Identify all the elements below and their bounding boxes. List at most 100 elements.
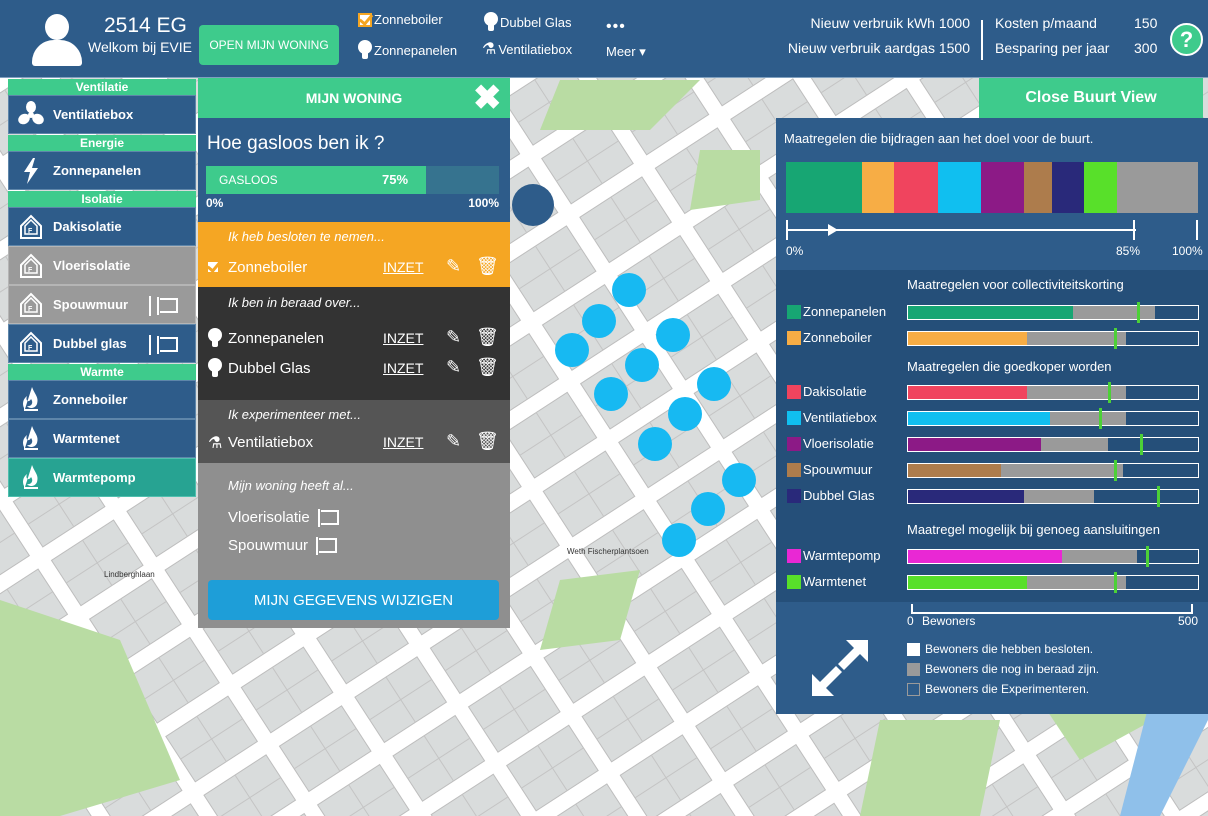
measure-swatch: [787, 331, 801, 345]
goal-marker: [1157, 486, 1161, 507]
gas-usage: Nieuw verbruik aardgas 1500: [787, 40, 970, 56]
section-al: Mijn woning heeft al... Vloerisolatie Sp…: [198, 463, 510, 628]
stack-segment: [861, 162, 895, 213]
measure-row-vloerisolatie[interactable]: Vloerisolatie: [784, 434, 1204, 455]
measure-row-ventilatiebox[interactable]: Ventilatiebox: [784, 408, 1204, 429]
expand-icon[interactable]: [812, 640, 868, 696]
inzet-link[interactable]: INZET: [383, 330, 423, 346]
measure-row-warmtenet[interactable]: Warmtenet: [784, 572, 1204, 593]
besloten-bar: [908, 550, 1062, 563]
header-measure-dubbel-glas[interactable]: Dubbel Glas: [482, 11, 572, 33]
measure-group-title: Maatregelen die goedkoper worden: [907, 359, 1112, 374]
header-measure-zonneboiler[interactable]: Zonneboiler: [358, 12, 443, 27]
measure-track: [907, 302, 1199, 323]
measure-swatch: [787, 385, 801, 399]
sidebar-item-ventilatiebox[interactable]: Ventilatiebox: [8, 95, 196, 134]
help-button[interactable]: ?: [1170, 23, 1203, 56]
map-marker: [638, 427, 672, 461]
flag-icon[interactable]: [149, 335, 178, 355]
flag-icon[interactable]: [149, 296, 178, 316]
section-experiment-header: Ik experimenteer met...: [228, 407, 361, 422]
edit-icon[interactable]: ✎: [446, 357, 461, 378]
measure-name: Warmtenet: [803, 574, 867, 589]
sidebar-item-vloerisolatie[interactable]: F Vloerisolatie: [8, 246, 196, 285]
inzet-link[interactable]: INZET: [383, 434, 423, 450]
svg-text:F: F: [28, 228, 33, 235]
besloten-bar: [908, 438, 1042, 451]
list-item: Vloerisolatie: [228, 509, 524, 533]
close-buurt-view-button[interactable]: Close Buurt View: [979, 78, 1203, 118]
top-bar: 2514 EG Welkom bij EVIE OPEN MIJN WONING…: [0, 0, 1208, 78]
map-marker: [582, 304, 616, 338]
sidebar-item-label: Zonnepanelen: [53, 163, 142, 178]
trash-icon[interactable]: 🗑: [476, 431, 499, 452]
section-experiment: Ik experimenteer met... ⚗ Ventilatiebox …: [198, 400, 510, 463]
mijn-gegevens-wijzigen-button[interactable]: MIJN GEGEVENS WIJZIGEN: [208, 580, 499, 620]
edit-icon[interactable]: ✎: [446, 327, 461, 348]
category-ventilatie: Ventilatie: [8, 79, 196, 95]
stack-segment: [1116, 162, 1198, 213]
checkbox-icon[interactable]: [206, 260, 220, 274]
measure-swatch: [787, 411, 801, 425]
measure-row-dakisolatie[interactable]: Dakisolatie: [784, 382, 1204, 403]
sidebar-item-warmtenet[interactable]: Warmtenet: [8, 419, 196, 458]
more-menu[interactable]: ••• Meer ▾: [606, 19, 646, 60]
house-icon: F: [9, 247, 53, 284]
measure-name: Zonneboiler: [803, 330, 872, 345]
besloten-bar: [908, 576, 1027, 589]
welcome-text: Welkom bij EVIE: [88, 39, 192, 55]
list-item: ⚗ Ventilatiebox INZET ✎ 🗑: [206, 431, 502, 455]
map-marker: [625, 348, 659, 382]
sidebar-item-warmtepomp[interactable]: Warmtepomp: [8, 458, 196, 497]
sidebar-item-dakisolatie[interactable]: F Dakisolatie: [8, 207, 196, 246]
section-besloten-header: Ik heb besloten te nemen...: [228, 229, 385, 244]
trash-icon[interactable]: 🗑: [476, 357, 499, 378]
goal-marker: [1113, 328, 1117, 349]
lightbulb-icon: [208, 358, 222, 378]
close-icon[interactable]: ✖: [473, 81, 502, 115]
besloten-bar: [908, 490, 1024, 503]
costs-label: Kosten p/maand: [995, 15, 1097, 31]
mijn-woning-panel: Hoe gasloos ben ik ? GASLOOS 75% 0% 100%…: [198, 118, 510, 628]
measure-track: [907, 572, 1199, 593]
inzet-link[interactable]: INZET: [383, 259, 423, 275]
besloten-bar: [908, 386, 1027, 399]
stack-segment: [1051, 162, 1085, 213]
inzet-link[interactable]: INZET: [383, 360, 423, 376]
buurt-progress-line: [786, 229, 1136, 231]
goal-marker: [1108, 382, 1112, 403]
sidebar-item-zonneboiler[interactable]: Zonneboiler: [8, 380, 196, 419]
list-item: Zonneboiler INZET ✎ 🗑: [206, 256, 502, 280]
flag-icon[interactable]: [317, 509, 339, 528]
measure-track: [907, 546, 1199, 567]
gasloos-progress-bar: GASLOOS 75%: [206, 166, 499, 194]
checkbox-icon: [358, 12, 372, 27]
gasloos-title: Hoe gasloos ben ik ?: [207, 133, 385, 154]
buurt-panel: Maatregelen die bijdragen aan het doel v…: [776, 118, 1208, 714]
trash-icon[interactable]: 🗑: [476, 256, 499, 277]
sidebar-item-zonnepanelen[interactable]: Zonnepanelen: [8, 151, 196, 190]
sidebar-item-dubbel-glas[interactable]: F Dubbel glas: [8, 324, 196, 363]
header-measure-ventilatiebox[interactable]: ⚗ Ventilatiebox: [482, 39, 572, 59]
open-mijn-woning-button[interactable]: OPEN MIJN WONING: [199, 25, 339, 65]
trash-icon[interactable]: 🗑: [476, 327, 499, 348]
sidebar-item-spouwmuur[interactable]: F Spouwmuur: [8, 285, 196, 324]
measure-row-spouwmuur[interactable]: Spouwmuur: [784, 460, 1204, 481]
avatar-icon[interactable]: [32, 14, 82, 66]
map-marker: [691, 492, 725, 526]
measure-row-zonnepanelen[interactable]: Zonnepanelen: [784, 302, 1204, 323]
buurt-title: Maatregelen die bijdragen aan het doel v…: [784, 131, 1094, 146]
measure-row-warmtepomp[interactable]: Warmtepomp: [784, 546, 1204, 567]
edit-icon[interactable]: ✎: [446, 256, 461, 277]
savings-label: Besparing per jaar: [995, 40, 1110, 56]
map-marker: [722, 463, 756, 497]
measure-row-dubbel-glas[interactable]: Dubbel Glas: [784, 486, 1204, 507]
map-marker: [697, 367, 731, 401]
lightbulb-icon: [482, 11, 498, 33]
flag-icon[interactable]: [316, 537, 338, 556]
measure-row-zonneboiler[interactable]: Zonneboiler: [784, 328, 1204, 349]
edit-icon[interactable]: ✎: [446, 431, 461, 452]
header-measure-zonnepanelen[interactable]: Zonnepanelen: [356, 39, 457, 61]
measure-name: Dubbel Glas: [803, 488, 875, 503]
measure-name: Zonnepanelen: [228, 330, 324, 347]
